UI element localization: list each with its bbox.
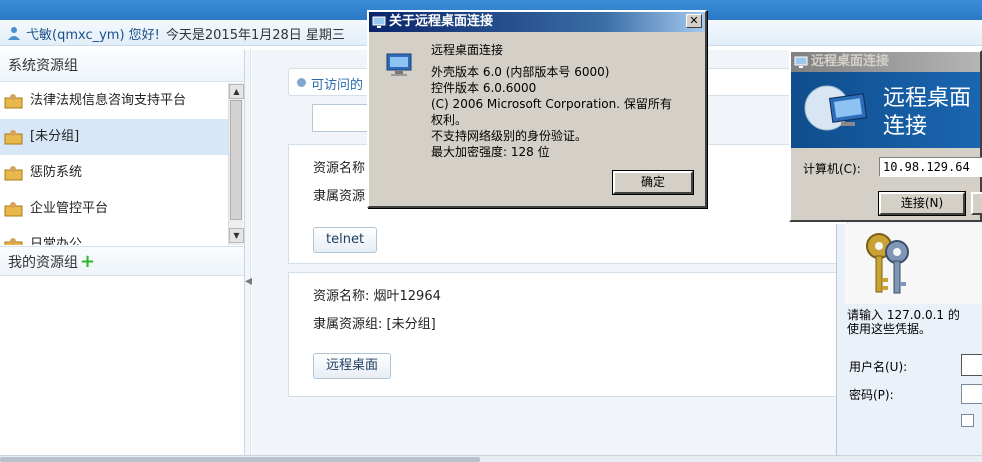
about-dialog-title: 关于远程桌面连接 <box>389 14 494 29</box>
password-label: 密码(P): <box>849 388 894 402</box>
about-dialog-titlebar[interactable]: 关于远程桌面连接 ✕ <box>369 12 705 32</box>
rdp-banner: 远程桌面 连接 <box>791 72 980 148</box>
tree-item-office[interactable]: 日常办公 <box>0 227 228 245</box>
tree-item-label: 日常办公 <box>30 237 83 245</box>
remote-desktop-icon <box>804 85 868 131</box>
scroll-thumb[interactable] <box>230 100 242 220</box>
encryption-strength: 最大加密强度: 128 位 <box>431 145 550 159</box>
resource-name: 资源名称 <box>313 161 366 176</box>
my-groups-label: 我的资源组 <box>8 255 78 271</box>
tree-item-label: 惩防系统 <box>30 165 83 180</box>
about-info: 远程桌面连接 外壳版本 6.0 (内部版本号 6000) 控件版本 6.0.60… <box>431 42 672 160</box>
banner-title-line2: 连接 <box>883 114 928 139</box>
rdp-connect-window: 远程桌面连接 远程桌面 连接 计算机(C): 10.98.129.64 连接(N… <box>789 50 982 222</box>
about-dialog: 关于远程桌面连接 ✕ 远程桌面连接 外壳版本 6.0 (内部版本号 6000) … <box>367 10 707 208</box>
plus-icon[interactable]: + <box>80 251 95 272</box>
resource-card: 资源名称: 烟叶12964 隶属资源组: [未分组] 远程桌面 <box>288 272 848 397</box>
folder-user-icon <box>4 130 23 145</box>
resource-group: 隶属资源组: [未分组] <box>313 317 436 332</box>
connect-button[interactable]: 连接(N) <box>878 191 966 216</box>
panel-splitter[interactable]: ◀ <box>245 50 253 455</box>
rdp-window-title: 远程桌面连接 <box>811 54 890 69</box>
copyright-line2: 权利。 <box>431 113 468 127</box>
accessible-label: 可访问的 <box>311 78 364 93</box>
app-name: 远程桌面连接 <box>431 43 504 57</box>
system-groups-title: 系统资源组 <box>0 50 244 82</box>
telnet-button[interactable]: telnet <box>313 227 378 253</box>
resource-group: 隶属资源 <box>313 189 366 204</box>
left-panel: 系统资源组 法律法规信息咨询支持平台 [未分组] 惩防系统 企业管控平台 日常办… <box>0 50 245 455</box>
credential-panel: 请输入 127.0.0.1 的 使用这些凭据。 用户名(U): 密码(P): <box>836 224 982 462</box>
scroll-up-button[interactable]: ▲ <box>229 84 244 99</box>
keys-icon <box>866 233 909 294</box>
remote-desktop-icon <box>794 56 808 68</box>
tree-scrollbar[interactable]: ▲ ▼ <box>228 83 244 245</box>
welcome-text: 弋敏(qmxc_ym) 您好! 今天是2015年1月28日 星期三 <box>26 24 345 43</box>
user-icon <box>8 27 20 40</box>
my-groups-header: 我的资源组 + <box>0 246 244 276</box>
current-date: 今天是2015年1月28日 星期三 <box>165 28 345 43</box>
computer-input[interactable]: 10.98.129.64 <box>879 157 982 177</box>
rdp-window-titlebar[interactable]: 远程桌面连接 <box>791 52 980 72</box>
prompt-line1: 请输入 127.0.0.1 的 <box>847 308 960 322</box>
tree-item-prevention[interactable]: 惩防系统 <box>0 155 228 191</box>
username-label: 用户名(U): <box>849 360 908 374</box>
options-button[interactable] <box>971 192 982 215</box>
folder-user-icon <box>4 94 23 109</box>
folder-user-icon <box>4 238 23 245</box>
tree-item-legal[interactable]: 法律法规信息咨询支持平台 <box>0 83 228 119</box>
tree-item-label: [未分组] <box>30 129 80 144</box>
prompt-line2: 使用这些凭据。 <box>847 322 932 336</box>
resource-tree: 法律法规信息咨询支持平台 [未分组] 惩防系统 企业管控平台 日常办公 <box>0 83 228 245</box>
username-field[interactable] <box>961 354 982 376</box>
nla-note: 不支持网络级别的身份验证。 <box>431 129 588 143</box>
tree-item-ungrouped[interactable]: [未分组] <box>0 119 228 155</box>
ok-button[interactable]: 确定 <box>612 170 694 195</box>
resource-name: 资源名称: 烟叶12964 <box>313 289 441 304</box>
bullet-icon <box>297 78 306 87</box>
shell-version: 外壳版本 6.0 (内部版本号 6000) <box>431 65 610 79</box>
control-version: 控件版本 6.0.6000 <box>431 81 537 95</box>
remote-desktop-icon <box>372 16 386 28</box>
folder-user-icon <box>4 202 23 217</box>
remember-checkbox[interactable] <box>961 414 974 427</box>
remote-desktop-icon <box>386 53 412 76</box>
remote-desktop-button[interactable]: 远程桌面 <box>313 353 392 379</box>
keys-banner <box>845 224 982 304</box>
scroll-thumb[interactable] <box>0 457 480 462</box>
tree-item-label: 企业管控平台 <box>30 201 109 216</box>
close-button[interactable]: ✕ <box>686 14 702 28</box>
folder-user-icon <box>4 166 23 181</box>
scroll-down-button[interactable]: ▼ <box>229 228 244 243</box>
tree-item-enterprise[interactable]: 企业管控平台 <box>0 191 228 227</box>
computer-label: 计算机(C): <box>803 162 861 176</box>
tree-item-label: 法律法规信息咨询支持平台 <box>30 93 187 108</box>
password-field[interactable] <box>961 384 982 404</box>
copyright-line1: (C) 2006 Microsoft Corporation. 保留所有 <box>431 97 672 111</box>
credential-prompt: 请输入 127.0.0.1 的 使用这些凭据。 <box>847 308 960 336</box>
horizontal-scrollbar[interactable] <box>0 455 982 462</box>
greeting: 弋敏(qmxc_ym) 您好! <box>26 28 160 43</box>
